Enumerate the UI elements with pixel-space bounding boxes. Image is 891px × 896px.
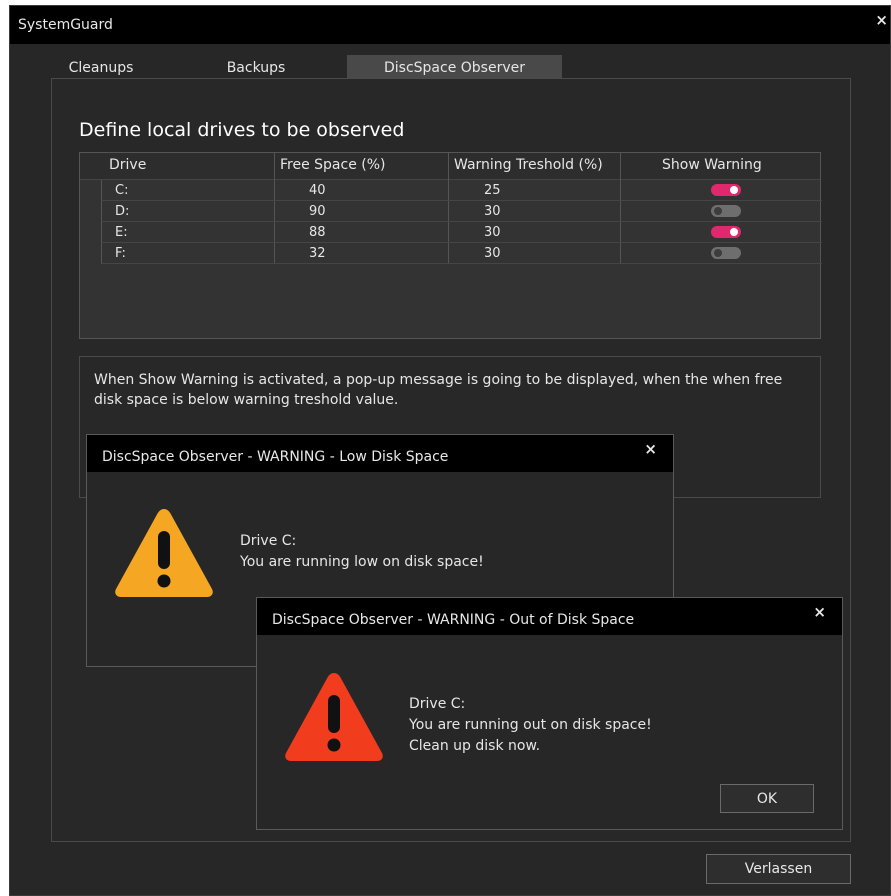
show-warning-toggle[interactable] [711,247,741,259]
warning-threshold-cell[interactable]: 30 [484,225,501,240]
drives-table: Drive Free Space (%) Warning Treshold (%… [79,152,822,339]
message-text: You are running out on disk space! [409,717,652,733]
tab-cleanups[interactable]: Cleanups [63,55,139,79]
ok-button[interactable]: OK [720,784,814,813]
message-drive: Drive C: [409,696,466,712]
drive-cell: E: [115,225,128,240]
drive-cell: C: [115,183,129,198]
dialog-title-bar[interactable]: DiscSpace Observer - WARNING - Out of Di… [257,598,842,635]
show-warning-toggle[interactable] [711,226,741,238]
table-row[interactable]: E: 88 30 [101,222,822,243]
close-icon[interactable]: × [875,13,888,28]
panel-heading: Define local drives to be observed [79,119,405,141]
table-body: C: 40 25 D: 90 30 E: 88 30 F: 32 30 [101,180,822,264]
toggle-knob [714,207,722,215]
info-text: When Show Warning is activated, a pop-up… [94,372,783,408]
message-text: You are running low on disk space! [240,554,484,570]
drive-cell: D: [115,204,130,219]
dialog-message: Drive C: You are running low on disk spa… [240,531,484,573]
table-row[interactable]: C: 40 25 [101,180,822,201]
table-row[interactable]: D: 90 30 [101,201,822,222]
tab-discspace-observer[interactable]: DiscSpace Observer [347,55,562,79]
toggle-knob [730,186,738,194]
warning-threshold-cell[interactable]: 30 [484,204,501,219]
free-space-cell: 40 [309,183,326,198]
close-icon[interactable]: × [644,442,657,457]
column-header-drive[interactable]: Drive [109,157,146,173]
column-header-show-warning[interactable]: Show Warning [662,157,762,173]
warning-threshold-cell[interactable]: 30 [484,246,501,261]
message-action: Clean up disk now. [409,738,541,754]
warning-triangle-icon [285,673,383,761]
column-header-warning-threshold[interactable]: Warning Treshold (%) [454,157,603,173]
dialog-title: DiscSpace Observer - WARNING - Out of Di… [272,612,635,628]
dialog-message: Drive C: You are running out on disk spa… [409,694,652,757]
out-of-disk-space-dialog: DiscSpace Observer - WARNING - Out of Di… [256,597,843,830]
free-space-cell: 90 [309,204,326,219]
message-drive: Drive C: [240,533,297,549]
column-header-free-space[interactable]: Free Space (%) [280,157,386,173]
free-space-cell: 88 [309,225,326,240]
toggle-knob [730,228,738,236]
tab-bar: Cleanups Backups DiscSpace Observer [10,55,890,79]
table-row[interactable]: F: 32 30 [101,243,822,264]
drive-cell: F: [115,246,126,261]
toggle-knob [714,249,722,257]
window-title: SystemGuard [18,17,113,33]
dialog-title-bar[interactable]: DiscSpace Observer - WARNING - Low Disk … [87,435,673,472]
title-bar[interactable]: SystemGuard × [10,6,890,44]
dialog-title: DiscSpace Observer - WARNING - Low Disk … [102,449,449,465]
show-warning-toggle[interactable] [711,184,741,196]
warning-triangle-icon [115,509,213,597]
table-header: Drive Free Space (%) Warning Treshold (%… [80,153,820,180]
tab-backups[interactable]: Backups [222,55,290,79]
exit-button[interactable]: Verlassen [706,854,851,884]
close-icon[interactable]: × [813,605,826,620]
free-space-cell: 32 [309,246,326,261]
warning-threshold-cell[interactable]: 25 [484,183,501,198]
show-warning-toggle[interactable] [711,205,741,217]
